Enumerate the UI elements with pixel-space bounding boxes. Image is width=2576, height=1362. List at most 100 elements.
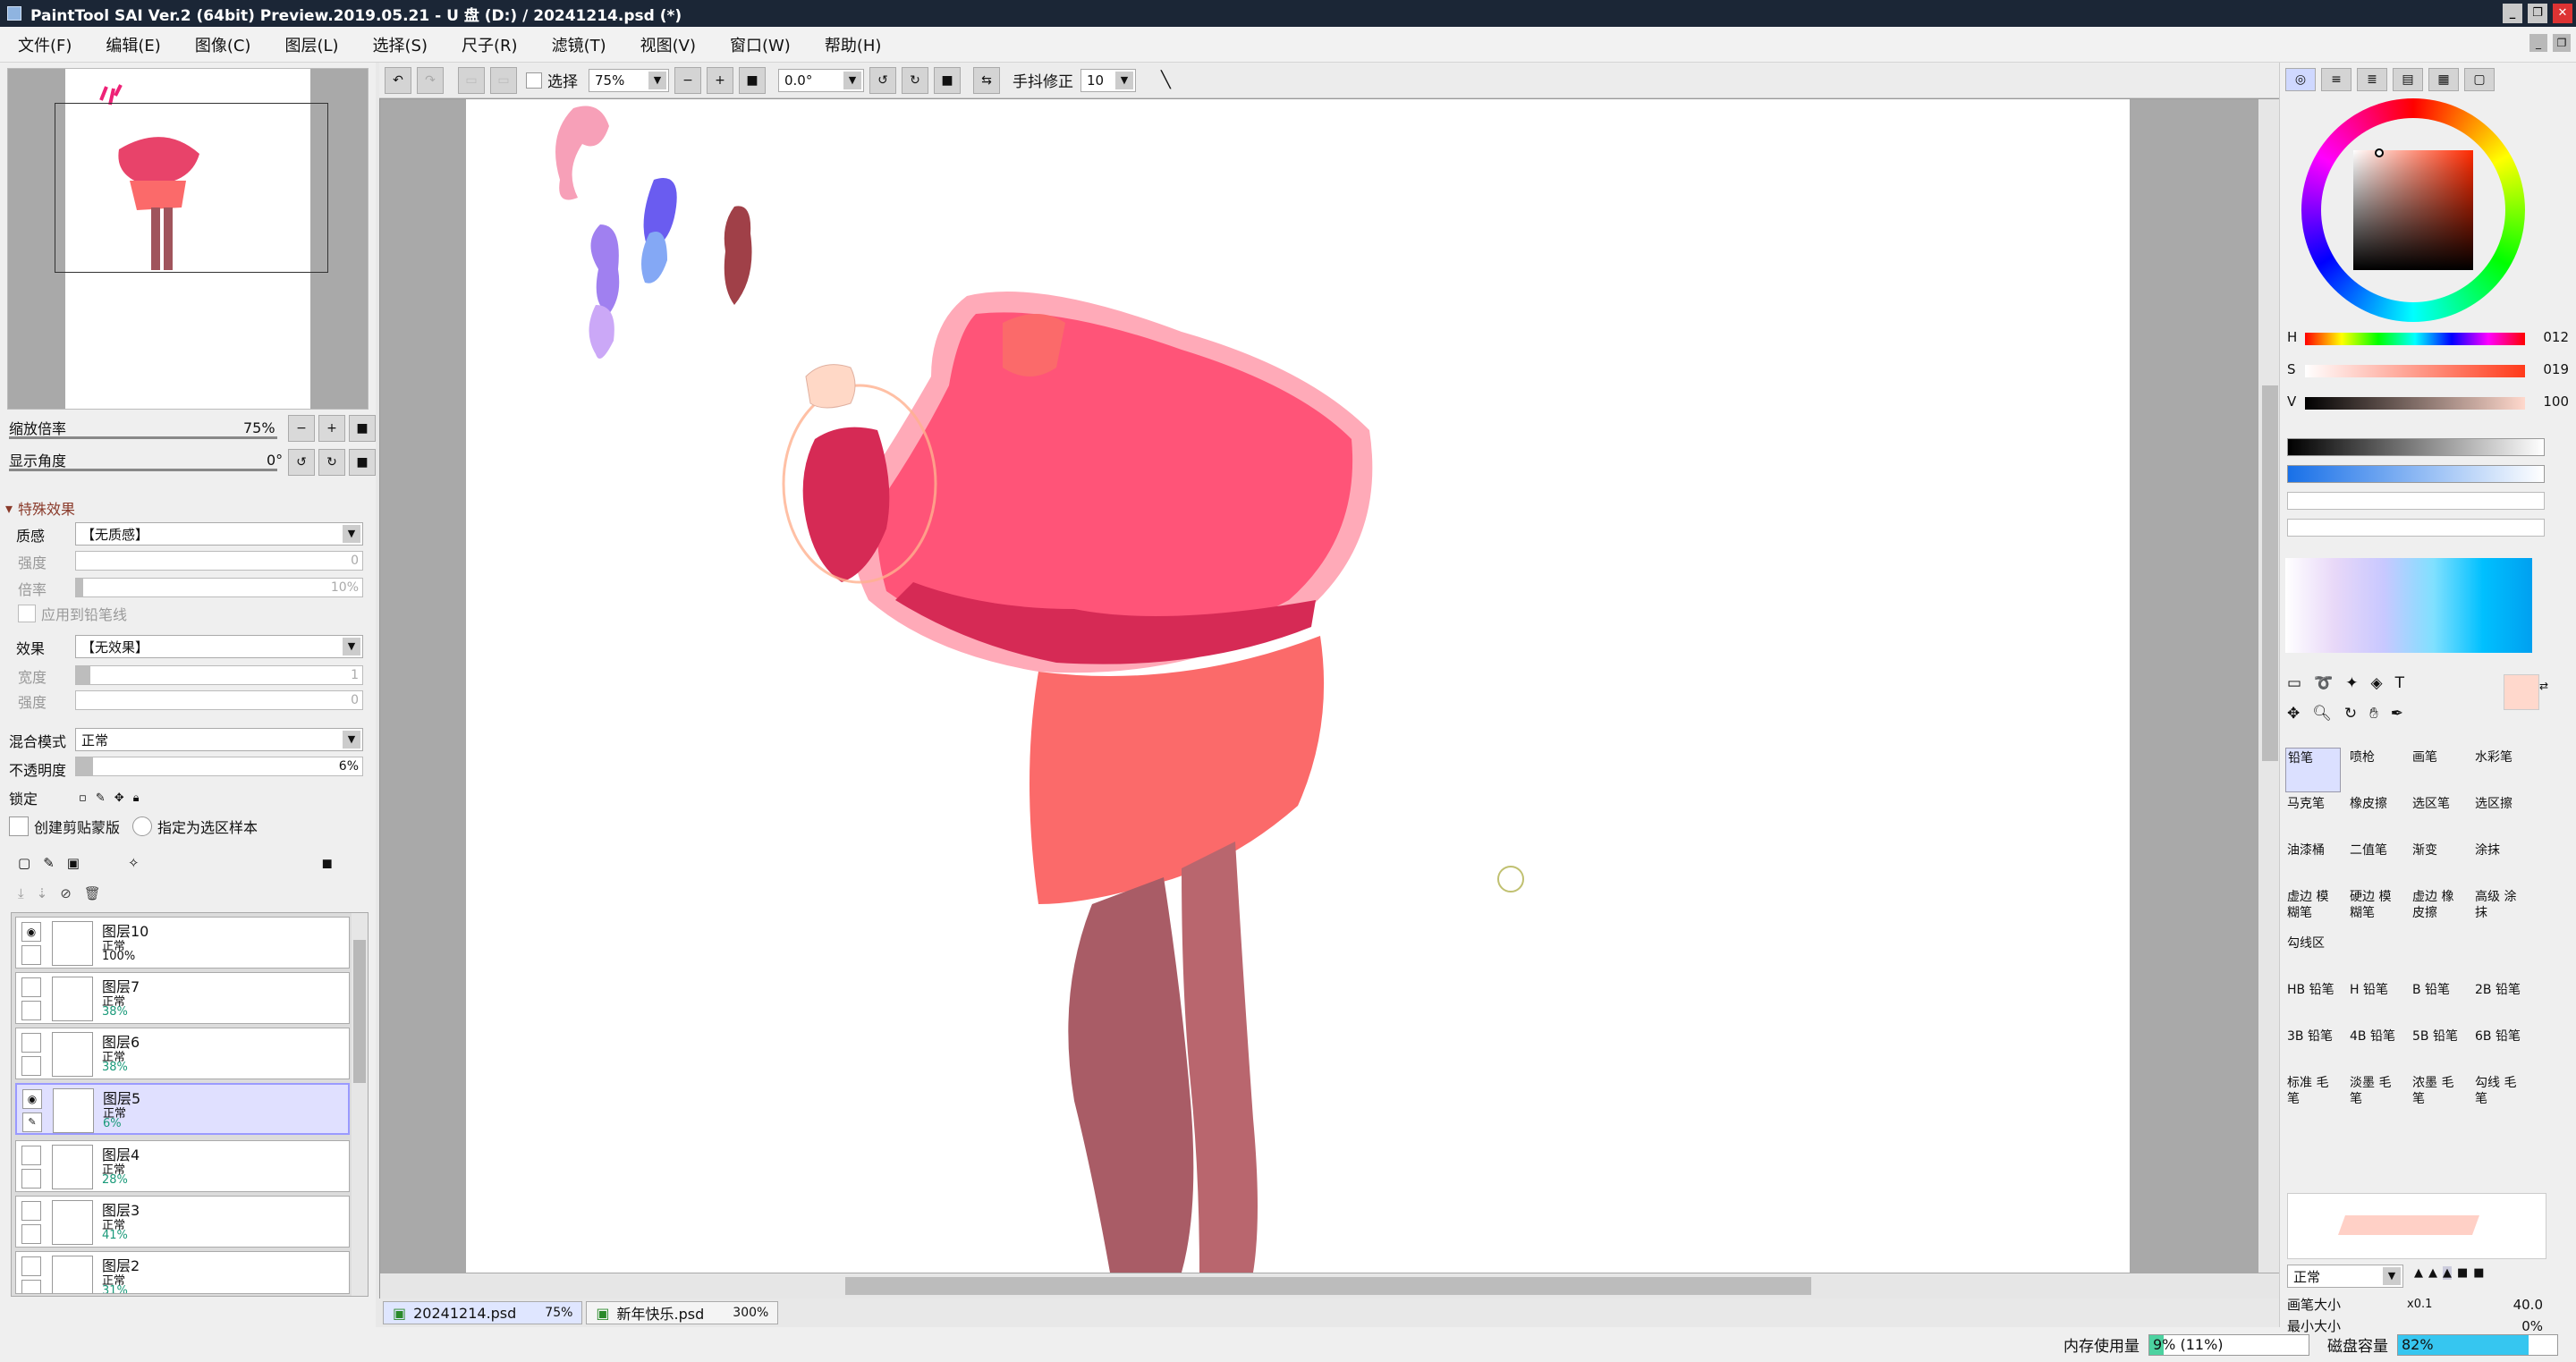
menu-filter[interactable]: 滤镜(T)	[534, 33, 623, 56]
menu-file[interactable]: 文件(F)	[0, 33, 88, 56]
layer-row[interactable]: 图层4 正常 28%	[15, 1140, 350, 1192]
brush-slot[interactable]: 标准 毛笔	[2285, 1073, 2341, 1118]
menu-help[interactable]: 帮助(H)	[807, 33, 898, 56]
undo-icon[interactable]: ↶	[385, 66, 411, 94]
brush-shape-icon[interactable]: ▲	[2443, 1266, 2452, 1280]
zoom-reset-icon[interactable]: ■	[739, 66, 766, 94]
hue-slider[interactable]	[2305, 333, 2525, 345]
layer-pen-slot[interactable]	[21, 1224, 41, 1244]
copy-layer-icon[interactable]: ⤓	[18, 885, 24, 901]
invert-select-icon[interactable]: ▭	[490, 66, 517, 94]
brush-slot[interactable]: 高级 涂抹	[2473, 887, 2529, 932]
eye-toggle[interactable]	[21, 1256, 41, 1276]
brush-shape-icon[interactable]: ▲	[2428, 1266, 2437, 1280]
brush-slot[interactable]: 油漆桶	[2285, 841, 2341, 885]
rgb-slider-tab-icon[interactable]: ≡	[2321, 68, 2351, 91]
tab-document[interactable]: ▣ 新年快乐.psd 300%	[586, 1301, 779, 1324]
layer-pen-slot[interactable]	[21, 1056, 41, 1076]
effect-select[interactable]: 【无效果】 ▼	[75, 635, 363, 658]
brush-slot[interactable]: 选区擦	[2473, 794, 2529, 839]
angle-slider[interactable]	[9, 469, 277, 471]
brush-slot[interactable]: 选区笔	[2411, 794, 2466, 839]
brush-shape-icon[interactable]: ■	[2473, 1266, 2484, 1280]
doc-minimize-button[interactable]: _	[2529, 34, 2547, 52]
zoom-select[interactable]: 75% ▼	[589, 68, 669, 92]
primary-color-swatch[interactable]	[2504, 674, 2539, 710]
eye-toggle[interactable]	[21, 977, 41, 997]
deselect-icon[interactable]: ▭	[458, 66, 485, 94]
layer-row[interactable]: 图层2 正常 31%	[15, 1251, 350, 1294]
rotate-right-button[interactable]: ↻	[318, 449, 345, 476]
blend-select[interactable]: 正常 ▼	[75, 728, 363, 751]
empty-brush-slot[interactable]	[2411, 934, 2466, 978]
value-slider[interactable]	[2305, 397, 2525, 410]
brush-slot[interactable]: 涂抹	[2473, 841, 2529, 885]
brush-slot[interactable]: 2B 铅笔	[2473, 980, 2529, 1025]
scale-bar[interactable]: 10%	[75, 578, 363, 597]
brush-mode-select[interactable]: 正常 ▼	[2287, 1265, 2403, 1288]
brush-slot[interactable]: H 铅笔	[2348, 980, 2403, 1025]
redo-icon[interactable]: ↷	[417, 66, 444, 94]
restore-button[interactable]: ❐	[2528, 4, 2547, 23]
brush-slot[interactable]: 勾线区	[2285, 934, 2341, 978]
layer-row[interactable]: 图层7 正常 38%	[15, 972, 350, 1024]
texture-select[interactable]: 【无质感】 ▼	[75, 522, 363, 546]
zoom-out-icon[interactable]: −	[674, 66, 701, 94]
select-checkbox[interactable]	[526, 72, 542, 89]
flip-icon[interactable]: ⇆	[973, 66, 1000, 94]
empty-gradient-bar-2[interactable]	[2287, 519, 2545, 537]
rotate-left-button[interactable]: ↺	[288, 449, 315, 476]
brush-slot[interactable]: 4B 铅笔	[2348, 1027, 2403, 1071]
brush-size-mult[interactable]: x0.1	[2407, 1298, 2432, 1311]
trash-icon[interactable]: 🗑︎	[84, 885, 101, 901]
menu-edit[interactable]: 编辑(E)	[88, 33, 176, 56]
brush-shape-icon[interactable]: ▲	[2414, 1266, 2423, 1280]
brush-slot[interactable]: 马克笔	[2285, 794, 2341, 839]
eye-toggle[interactable]	[21, 1033, 41, 1053]
rect-select-icon[interactable]: ▭	[2287, 674, 2301, 692]
sv-cursor[interactable]	[2375, 148, 2384, 157]
swap-colors-icon[interactable]: ⇄	[2539, 680, 2548, 692]
color-wheel-tab-icon[interactable]: ◎	[2285, 68, 2316, 91]
brush-slot[interactable]: 勾线 毛笔	[2473, 1073, 2529, 1118]
brush-slot[interactable]: 虚边 橡皮擦	[2411, 887, 2466, 932]
brush-slot[interactable]: 硬边 模糊笔	[2348, 887, 2403, 932]
layer-row[interactable]: ◉ 图层10 正常 100%	[15, 917, 350, 969]
menu-layer[interactable]: 图层(L)	[267, 33, 354, 56]
merge-layer-icon[interactable]: ⇣	[37, 885, 48, 901]
empty-brush-slot[interactable]	[2348, 934, 2403, 978]
drawing-canvas[interactable]	[466, 99, 2130, 1273]
tab-document[interactable]: ▣ 20241214.psd 75%	[383, 1301, 583, 1324]
fill-select-icon[interactable]: ◈	[2370, 674, 2382, 692]
brush-slot[interactable]: 淡墨 毛笔	[2348, 1073, 2403, 1118]
strength2-bar[interactable]: 0	[75, 690, 363, 710]
menu-select[interactable]: 选择(S)	[355, 33, 444, 56]
swatch-tab-icon[interactable]: ▦	[2428, 68, 2459, 91]
zoom-slider[interactable]	[9, 436, 277, 439]
scratchpad-tab-icon[interactable]: ▢	[2464, 68, 2495, 91]
lock-transparency-icon[interactable]: ▫	[79, 791, 87, 805]
canvas-horizontal-scrollbar[interactable]	[380, 1273, 2284, 1299]
pencil-icon[interactable]: ✎	[22, 1112, 42, 1132]
apply-checkbox[interactable]	[18, 605, 36, 622]
brush-slot[interactable]: 画笔	[2411, 748, 2466, 792]
navigator[interactable]	[7, 68, 369, 410]
menu-window[interactable]: 窗口(W)	[712, 33, 807, 56]
menu-image[interactable]: 图像(C)	[177, 33, 267, 56]
clip-checkbox[interactable]	[9, 816, 29, 836]
brush-slot[interactable]: B 铅笔	[2411, 980, 2466, 1025]
swatch-grid[interactable]	[2285, 558, 2532, 653]
minimize-button[interactable]: _	[2503, 4, 2522, 23]
layer-mask-icon[interactable]: ◼	[322, 855, 333, 871]
magic-wand-icon[interactable]: ✦	[2345, 674, 2358, 692]
empty-brush-slot[interactable]	[2473, 934, 2529, 978]
sv-square[interactable]	[2353, 150, 2473, 270]
brush-slot[interactable]: 3B 铅笔	[2285, 1027, 2341, 1071]
rotate-reset-icon[interactable]: ■	[934, 66, 961, 94]
brush-slot[interactable]: 渐变	[2411, 841, 2466, 885]
lock-paint-icon[interactable]: ✎	[96, 791, 106, 805]
new-layer-icon[interactable]: ▢	[18, 855, 30, 871]
zoom-out-button[interactable]: −	[288, 415, 315, 442]
brush-slot[interactable]: 5B 铅笔	[2411, 1027, 2466, 1071]
canvas-area[interactable]	[379, 98, 2284, 1299]
